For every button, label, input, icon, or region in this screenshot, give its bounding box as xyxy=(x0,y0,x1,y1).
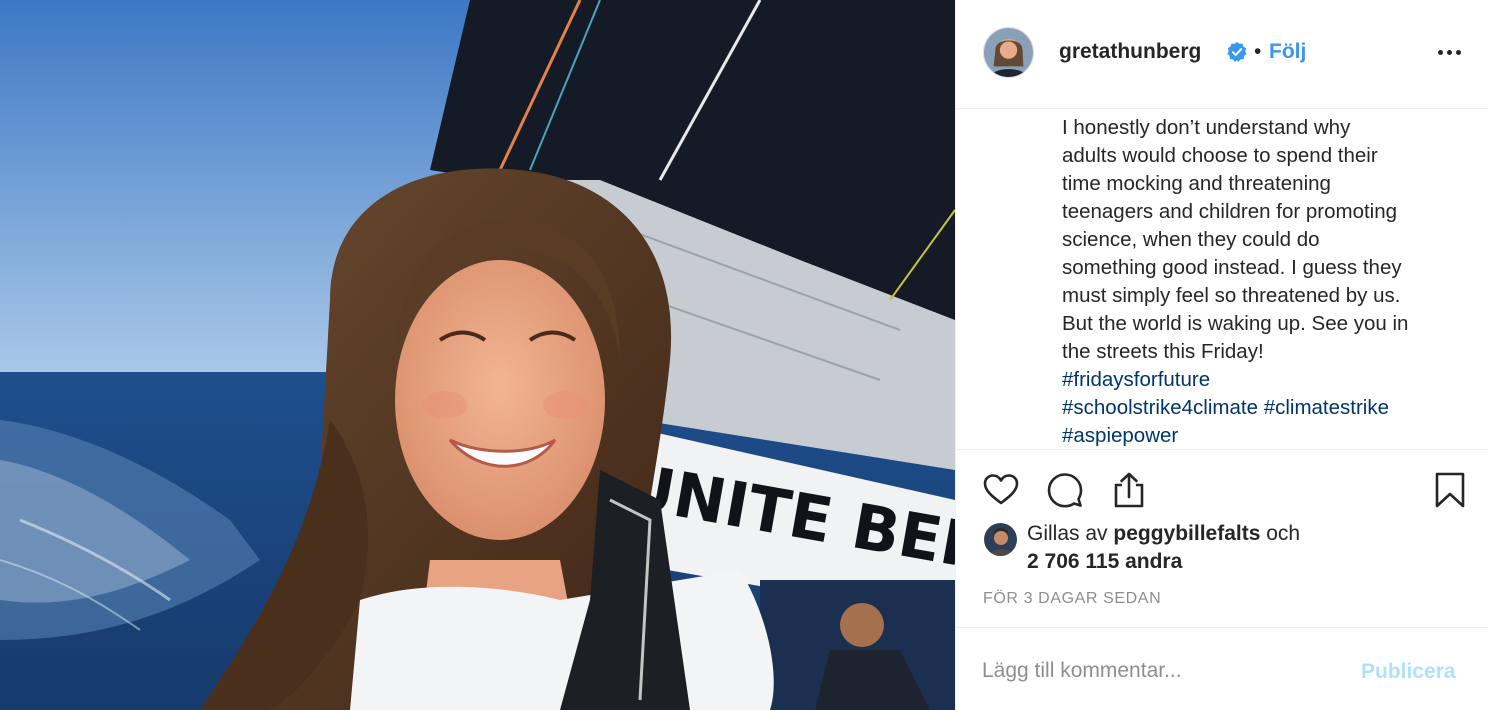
caption-line: time mocking and threatening xyxy=(1062,172,1331,195)
follow-button[interactable]: Följ xyxy=(1269,40,1306,64)
caption-line: adults would choose to spend their xyxy=(1062,144,1378,167)
more-options-icon[interactable] xyxy=(1438,40,1468,64)
post-timestamp[interactable]: FÖR 3 DAGAR SEDAN xyxy=(983,590,1161,608)
caption-line: science, when they could do xyxy=(1062,228,1320,251)
comment-icon[interactable] xyxy=(1045,470,1085,510)
publish-button[interactable]: Publicera xyxy=(1361,660,1456,684)
hashtag-link[interactable]: #schoolstrike4climate xyxy=(1062,396,1258,419)
user-avatar[interactable] xyxy=(983,27,1034,78)
post-header: gretathunberg • Följ xyxy=(956,0,1488,109)
caption-line: must simply feel so threatened by us. xyxy=(1062,284,1401,307)
separator-dot: • xyxy=(1254,40,1262,63)
hashtag-link[interactable]: #aspiepower xyxy=(1062,424,1178,447)
caption-line: I honestly don’t understand why xyxy=(1062,116,1351,139)
username[interactable]: gretathunberg xyxy=(1059,40,1201,64)
comment-input[interactable] xyxy=(982,655,1342,687)
liker-username[interactable]: peggybillefalts xyxy=(1113,522,1260,545)
likes-count[interactable]: 2 706 115 andra xyxy=(1027,550,1182,574)
verified-badge-icon xyxy=(1227,41,1247,62)
caption-line: the streets this Friday! xyxy=(1062,340,1264,363)
liker-avatar[interactable] xyxy=(984,523,1017,556)
hashtag-line: #aspiepower xyxy=(1062,422,1477,448)
share-icon[interactable] xyxy=(1109,470,1149,510)
post-photo[interactable]: UNITE BEHI xyxy=(0,0,955,710)
heart-icon[interactable] xyxy=(981,470,1021,510)
likes-summary: Gillas av peggybillefalts och xyxy=(1027,522,1300,546)
bookmark-icon[interactable] xyxy=(1430,470,1470,510)
comment-bar: Publicera xyxy=(956,627,1488,710)
caption-line: teenagers and children for promoting xyxy=(1062,200,1398,223)
post-actions xyxy=(956,449,1488,529)
hashtag-line: #fridaysforfuture xyxy=(1062,366,1477,394)
hashtag-line: #schoolstrike4climate #climatestrike xyxy=(1062,394,1477,422)
caption-line: But the world is waking up. See you in xyxy=(1062,312,1409,335)
post-sidebar: gretathunberg • Följ I honestly don’t un… xyxy=(955,0,1488,710)
likes-prefix: Gillas av xyxy=(1027,522,1108,545)
hashtag-link[interactable]: #climatestrike xyxy=(1264,396,1389,419)
caption-line: something good instead. I guess they xyxy=(1062,256,1402,279)
photo-illustration: UNITE BEHI xyxy=(0,0,955,710)
likes-conjunction: och xyxy=(1266,522,1301,545)
post-caption: I honestly don’t understand why adults w… xyxy=(1062,114,1477,448)
hashtag-link[interactable]: #fridaysforfuture xyxy=(1062,368,1210,391)
